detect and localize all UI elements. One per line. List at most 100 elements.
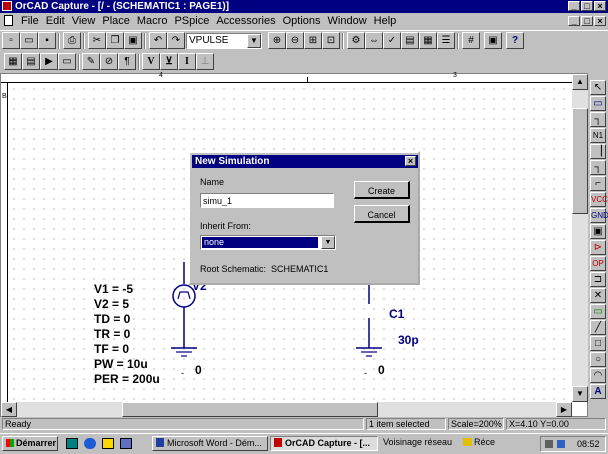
c1-label[interactable]: C1 — [389, 307, 404, 322]
vertical-scrollbar[interactable]: ▲ ▼ — [572, 74, 588, 402]
bom-icon[interactable]: ☰ — [437, 32, 455, 49]
place-arc-icon[interactable]: ◠ — [590, 368, 606, 383]
scroll-down-icon[interactable]: ▼ — [572, 386, 588, 402]
place-bus-icon[interactable]: ▕ — [590, 144, 606, 159]
cancel-button[interactable]: Cancel — [354, 205, 410, 223]
redo-icon[interactable]: ↷ — [167, 32, 185, 49]
place-ground-icon[interactable]: GND — [590, 208, 608, 223]
task-word[interactable]: Microsoft Word - Dém... — [152, 436, 268, 451]
menu-item-window[interactable]: Window — [328, 15, 367, 27]
menu-item-macro[interactable]: Macro — [137, 15, 168, 27]
paste-icon[interactable]: ▣ — [124, 32, 142, 49]
maximize-icon[interactable]: □ — [581, 1, 593, 11]
offpage-connector-icon[interactable]: ⊐ — [590, 272, 606, 287]
name-input[interactable] — [200, 193, 334, 208]
task-network[interactable]: Voisinage réseau — [380, 436, 458, 451]
quicklaunch-desktop-icon[interactable] — [66, 438, 78, 449]
bus-entry-icon[interactable]: ⌐ — [590, 176, 606, 191]
back-annotate-icon[interactable]: ⇔ — [365, 32, 383, 49]
place-part-icon[interactable]: ▭ — [590, 96, 606, 111]
place-rect-icon[interactable]: □ — [590, 336, 606, 351]
open-icon[interactable]: ▭ — [20, 32, 38, 49]
probe-diff-icon[interactable]: ¶ — [118, 53, 136, 70]
place-line-icon[interactable]: ▭ — [590, 304, 606, 319]
menu-item-view[interactable]: View — [72, 15, 96, 27]
new-icon[interactable]: ▫ — [2, 32, 20, 49]
task-orcad[interactable]: OrCAD Capture - [... — [270, 436, 378, 451]
select-icon[interactable]: ↖ — [590, 80, 606, 95]
place-pin-icon[interactable]: OP — [590, 256, 606, 271]
annotate-icon[interactable]: ⚙ — [347, 32, 365, 49]
menu-item-help[interactable]: Help — [374, 15, 397, 27]
place-hier-block-icon[interactable]: ▣ — [590, 224, 606, 239]
edit-sim-icon[interactable]: ▤ — [22, 53, 40, 70]
network-tray-icon[interactable] — [557, 440, 565, 448]
place-polyline-icon[interactable]: ╱ — [590, 320, 606, 335]
hscroll-thumb[interactable] — [122, 402, 378, 417]
zoom-out-icon[interactable]: ⊖ — [286, 32, 304, 49]
doc-close-icon[interactable]: × — [594, 16, 606, 26]
netlist-icon[interactable]: ▤ — [401, 32, 419, 49]
zoom-all-icon[interactable]: ⊡ — [322, 32, 340, 49]
c1-value[interactable]: 30p — [398, 333, 419, 348]
place-ellipse-icon[interactable]: ○ — [590, 352, 606, 367]
speaker-icon[interactable] — [545, 440, 553, 448]
chevron-down-icon[interactable]: ▼ — [247, 34, 261, 48]
snap-grid-icon[interactable]: # — [462, 32, 480, 49]
menu-item-place[interactable]: Place — [102, 15, 130, 27]
run-icon[interactable]: ▶ — [40, 53, 58, 70]
crossref-icon[interactable]: ▦ — [419, 32, 437, 49]
voltage-bias-icon[interactable]: V — [142, 53, 160, 70]
cut-icon[interactable]: ✂ — [88, 32, 106, 49]
chevron-down-icon[interactable]: ▼ — [321, 236, 335, 249]
inherit-select[interactable]: none ▼ — [200, 235, 336, 250]
scroll-thumb[interactable] — [572, 108, 588, 214]
menu-item-pspice[interactable]: PSpice — [174, 15, 209, 27]
view-results-icon[interactable]: ▭ — [58, 53, 76, 70]
place-net-alias-icon[interactable]: N1 — [590, 128, 606, 143]
probe-current-icon[interactable]: ⊘ — [100, 53, 118, 70]
voltage-marker-icon[interactable]: ⊻ — [160, 53, 178, 70]
scroll-left-icon[interactable]: ◀ — [1, 402, 17, 417]
horizontal-scrollbar[interactable]: ◀ ▶ — [1, 402, 572, 417]
place-wire-icon[interactable]: ┐ — [590, 112, 606, 127]
scroll-right-icon[interactable]: ▶ — [556, 402, 572, 417]
minimize-icon[interactable]: _ — [568, 1, 580, 11]
zoom-area-icon[interactable]: ⊞ — [304, 32, 322, 49]
drc-icon[interactable]: ✓ — [383, 32, 401, 49]
place-text-icon[interactable]: A — [590, 384, 606, 399]
menu-item-file[interactable]: File — [21, 15, 39, 27]
power-bias-icon[interactable]: ⊥ — [196, 53, 214, 70]
task-recent[interactable]: Réce — [460, 436, 500, 451]
doc-restore-icon[interactable]: □ — [581, 16, 593, 26]
quicklaunch-outlook-icon[interactable] — [102, 438, 114, 449]
quicklaunch-ie-icon[interactable] — [84, 438, 96, 449]
no-connect-icon[interactable]: ✕ — [590, 288, 606, 303]
copy-icon[interactable]: ❐ — [106, 32, 124, 49]
quicklaunch-channels-icon[interactable] — [120, 438, 132, 449]
save-icon[interactable]: ▪ — [38, 32, 56, 49]
create-button[interactable]: Create — [354, 181, 410, 199]
place-junction-icon[interactable]: ┐ — [590, 160, 606, 175]
doc-minimize-icon[interactable]: _ — [568, 16, 580, 26]
print-icon[interactable]: ⎙ — [63, 32, 81, 49]
new-sim-icon[interactable]: ▦ — [4, 53, 22, 70]
scroll-up-icon[interactable]: ▲ — [572, 74, 588, 90]
start-button[interactable]: Démarrer — [2, 436, 58, 451]
capacitor-c1[interactable] — [346, 282, 386, 372]
menu-item-options[interactable]: Options — [283, 15, 321, 27]
param-pw: PW = 10u — [94, 357, 148, 371]
menu-item-accessories[interactable]: Accessories — [216, 15, 275, 27]
close-icon[interactable]: × — [594, 1, 606, 11]
menu-item-edit[interactable]: Edit — [46, 15, 65, 27]
current-bias-icon[interactable]: I — [178, 53, 196, 70]
place-port-icon[interactable]: ⊳ — [590, 240, 606, 255]
place-power-icon[interactable]: VCC — [590, 192, 608, 207]
dialog-close-icon[interactable]: × — [405, 156, 416, 166]
undo-icon[interactable]: ↶ — [149, 32, 167, 49]
help-icon[interactable]: ? — [506, 32, 524, 49]
probe-icon[interactable]: ✎ — [82, 53, 100, 70]
zoom-in-icon[interactable]: ⊕ — [268, 32, 286, 49]
project-icon[interactable]: ▣ — [484, 32, 502, 49]
part-combo[interactable]: VPULSE ▼ — [186, 33, 262, 49]
